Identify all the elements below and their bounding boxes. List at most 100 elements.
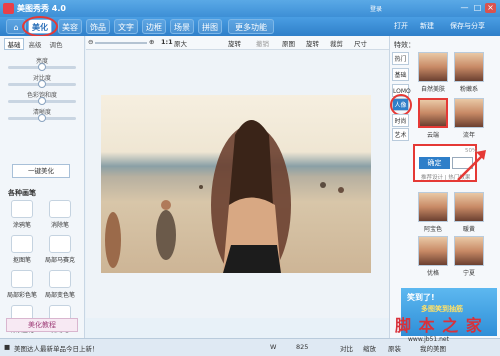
doodle-brush-icon [11,200,33,218]
brush-cutout[interactable]: 抠图笔 [6,235,38,269]
effect-thumb[interactable] [418,192,448,222]
slider-knob[interactable] [38,97,46,105]
effect-thumb[interactable] [454,52,484,82]
effect-label: 流年 [462,132,475,139]
new-button[interactable]: 新建 [420,21,434,31]
helper-link[interactable]: 我的美图 [420,343,446,353]
effect-label: 暖黄 [462,226,475,233]
arrow-icon [457,150,486,181]
adjust-panel: 基础 高级 调色 亮度 对比度 色彩饱和度 清晰度 一键美化 各种画笔 涂鸦笔 消除… [0,36,85,356]
image-dimensions: 825 [296,343,309,351]
zoom-button[interactable]: 缩放 [363,343,376,353]
brush-local-color[interactable]: 局部彩色笔 [6,270,38,304]
tab-beauty[interactable]: 美容 [58,19,82,34]
app-small-icon: ■ [4,343,11,351]
minimize-button[interactable]: — [459,3,470,13]
close-button[interactable]: × [485,3,496,13]
portrait-highlight-circle [390,94,412,116]
original-size-button[interactable]: 原大 [174,38,187,48]
photo-scene [105,120,344,273]
watermark-url: www.jb51.net [408,336,449,343]
effect-label: 粉嫩系 [459,86,478,93]
effect-thumb[interactable] [418,52,448,82]
compare-button[interactable]: 对比 [340,343,353,353]
effect-label: 优格 [426,270,439,277]
effect-label: 云端 [426,132,439,139]
highlight-circle [22,16,58,37]
watermark-logo: 脚 本 之 家 [395,316,483,335]
brush-label: 涂鸦笔 [12,222,31,229]
change-color-brush-icon [49,270,71,288]
effect-thumb[interactable] [454,236,484,266]
category-art[interactable]: 艺术 [392,128,409,141]
effects-title: 特效： [394,41,415,49]
tab-accessories[interactable]: 饰品 [86,19,110,34]
brush-eraser[interactable]: 消除笔 [44,200,76,234]
auto-beautify-button[interactable]: 一键美化 [12,164,70,178]
effect-thumb-selected[interactable] [418,98,448,128]
effect-thumb[interactable] [418,236,448,266]
tutorial-button[interactable]: 美化教程 [6,318,78,332]
effect-label: 阿宝色 [423,226,442,233]
slider-knob[interactable] [38,114,46,122]
width-label: W [270,343,277,351]
category-fashion[interactable]: 时尚 [392,114,409,127]
brush-label: 抠图笔 [12,257,31,264]
effect-thumb[interactable] [454,192,484,222]
resize-button[interactable]: 尺寸 [354,38,367,48]
adjust-subtabs: 基础 高级 调色 [4,38,67,51]
category-basic[interactable]: 基础 [392,68,409,81]
zoom-in-icon[interactable]: ⊕ [149,38,154,46]
brushes-heading: 各种画笔 [8,189,36,197]
tab-scene[interactable]: 场景 [170,19,194,34]
tab-more-features[interactable]: 更多功能 [228,19,274,34]
rotate-button[interactable]: 旋转 [228,38,241,48]
undo-button[interactable]: 撤销 [256,38,269,48]
login-link[interactable]: 登录 [370,4,382,13]
slider-knob[interactable] [38,63,46,71]
zoom-slider[interactable] [95,42,147,44]
subtab-basic[interactable]: 基础 [4,38,24,50]
ad-line1: 笑到了! [407,293,435,302]
subtab-advanced[interactable]: 高级 [25,39,45,51]
slider-knob[interactable] [38,80,46,88]
effect-thumb[interactable] [454,98,484,128]
category-hot[interactable]: 热门 [392,52,409,65]
contrast-slider[interactable]: 对比度 [8,73,76,88]
app-title: 美图秀秀 4.0 [17,4,66,13]
status-message[interactable]: 美图达人最新单品今日上新！ [14,343,99,353]
sharpness-slider[interactable]: 清晰度 [8,107,76,122]
saturation-slider[interactable]: 色彩饱和度 [8,90,76,105]
mosaic-brush-icon [49,235,71,253]
app-logo-icon [3,3,14,14]
maximize-button[interactable]: □ [472,3,483,13]
tab-text[interactable]: 文字 [114,19,138,34]
zoom-out-icon[interactable]: ⊖ [88,38,93,46]
canvas-toolbar: ⊖ ⊕ 1:1 原大 旋转 撤销 原图 旋转 裁剪 尺寸 [86,36,389,50]
brush-label: 局部变色笔 [44,292,75,299]
cutout-brush-icon [11,235,33,253]
title-bar: 美图秀秀 4.0 登录 — □ × [0,0,500,17]
open-button[interactable]: 打开 [394,21,408,31]
effect-label: 宁夏 [462,270,475,277]
apply-button[interactable]: 确定 [419,157,450,169]
flip-button[interactable]: 旋转 [306,38,319,48]
beach-photo [101,95,371,273]
crop-button[interactable]: 裁剪 [330,38,343,48]
brush-doodle[interactable]: 涂鸦笔 [6,200,38,234]
tab-collage[interactable]: 拼图 [198,19,222,34]
brush-change-color[interactable]: 局部变色笔 [44,270,76,304]
brush-mosaic[interactable]: 局部马赛克 [44,235,76,269]
brush-label: 消除笔 [50,222,69,229]
save-share-button[interactable]: 保存与分享 [450,21,485,31]
brightness-slider[interactable]: 亮度 [8,56,76,71]
effects-panel: 特效： 热门 基础 LOMO 人像 时尚 艺术 自然美肤 粉嫩系 云端 流年 5… [389,36,500,338]
actual-size-button[interactable]: 1:1 [161,38,173,46]
tab-frame[interactable]: 边框 [142,19,166,34]
menu-bar: ⌂ 美化 美容 饰品 文字 边框 场景 拼图 更多功能 打开 新建 保存与分享 [0,16,500,37]
original-image-button[interactable]: 原图 [282,38,295,48]
eraser-brush-icon [49,200,71,218]
subtab-color[interactable]: 调色 [46,39,66,51]
fixed-button[interactable]: 原装 [388,343,401,353]
brush-label: 局部马赛克 [44,257,75,264]
